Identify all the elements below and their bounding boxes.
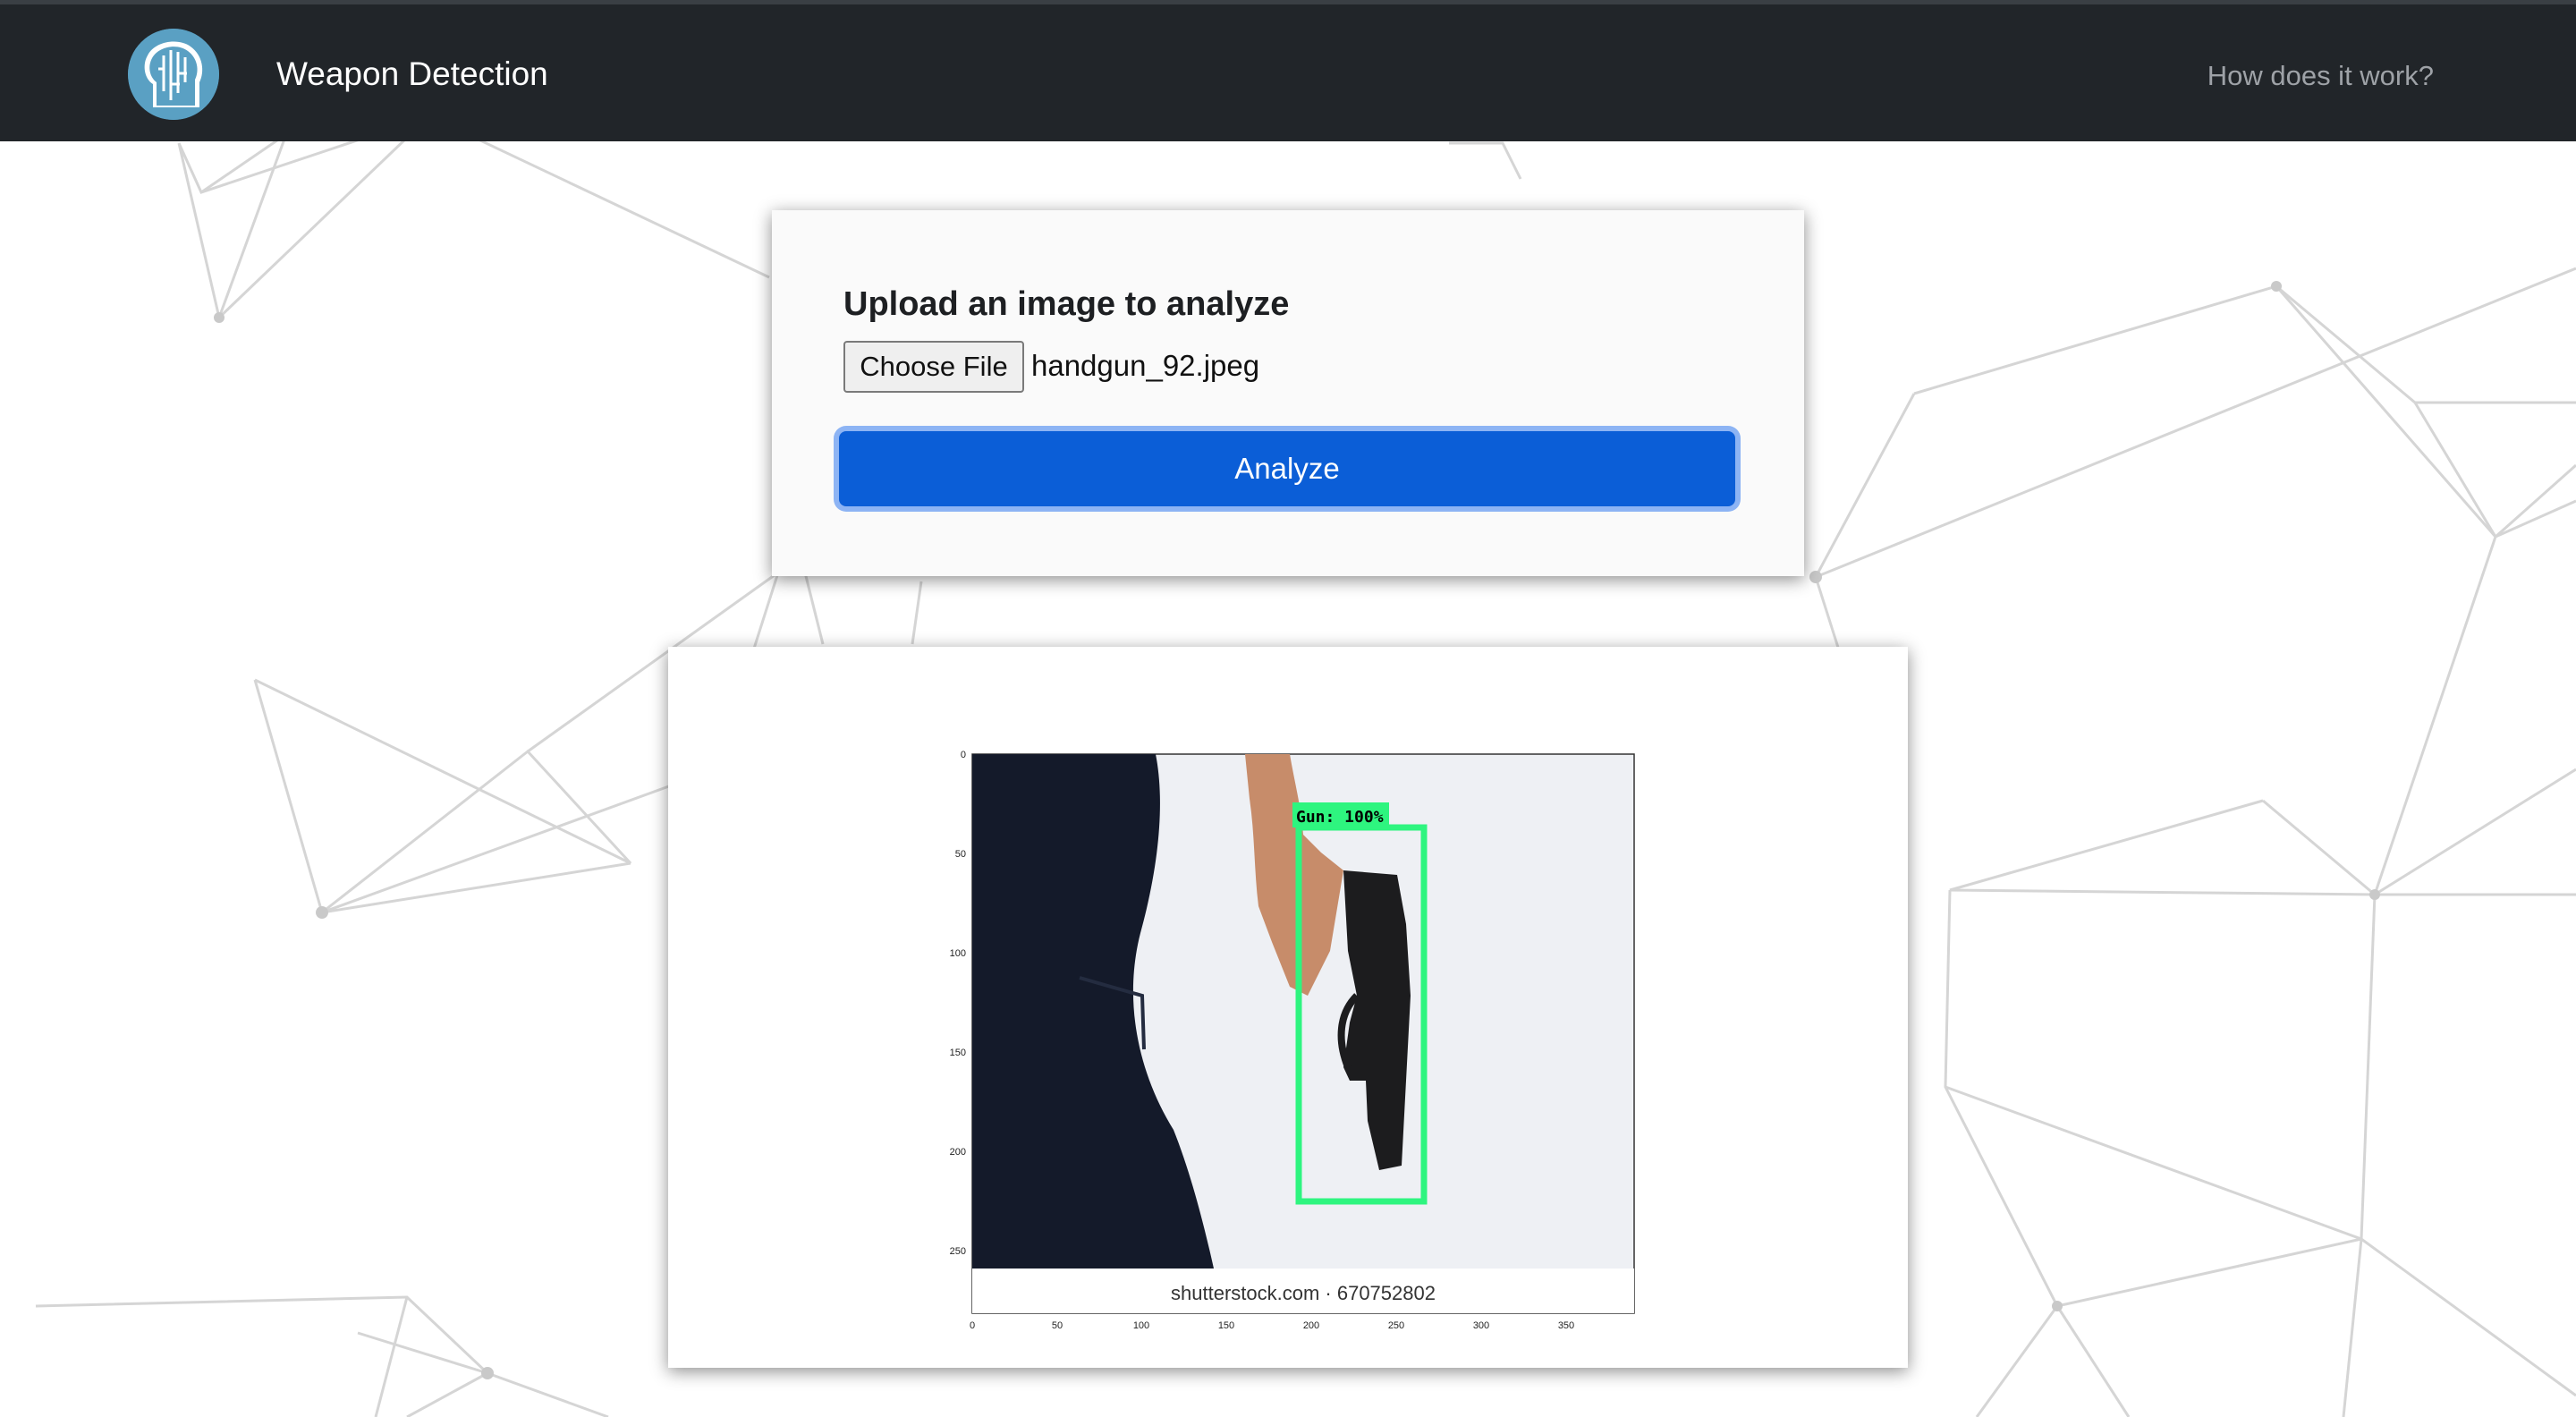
y-tick-label: 200 <box>950 1147 966 1158</box>
y-tick-label: 250 <box>950 1246 966 1257</box>
brand-title[interactable]: Weapon Detection <box>276 55 548 94</box>
how-it-works-link[interactable]: How does it work? <box>2207 58 2434 94</box>
x-tick-label: 350 <box>1558 1320 1574 1331</box>
y-tick-label: 50 <box>955 849 966 860</box>
page: Weapon Detection How does it work? Uploa… <box>0 0 2576 1417</box>
selected-file-name: handgun_92.jpeg <box>1031 349 1260 382</box>
choose-file-button[interactable]: Choose File <box>843 341 1024 393</box>
watermark-text: shutterstock.com · 670752802 <box>1171 1282 1436 1304</box>
x-tick-label: 250 <box>1388 1320 1404 1331</box>
detection-result-image: shutterstock.com · 670752802 Gun: 100% 0… <box>950 750 1635 1331</box>
upload-card: Upload an image to analyze Choose File h… <box>772 210 1804 576</box>
brain-head-logo-icon[interactable] <box>128 29 219 120</box>
x-tick-label: 100 <box>1133 1320 1149 1331</box>
detection-label: Gun: 100% <box>1296 808 1384 827</box>
x-tick-label: 200 <box>1303 1320 1319 1331</box>
navbar: Weapon Detection How does it work? <box>0 0 2576 141</box>
y-tick-label: 100 <box>950 948 966 959</box>
y-tick-label: 150 <box>950 1048 966 1058</box>
x-tick-label: 150 <box>1218 1320 1234 1331</box>
brain-head-icon <box>128 29 219 120</box>
x-tick-label: 50 <box>1052 1320 1063 1331</box>
upload-title: Upload an image to analyze <box>843 285 1290 323</box>
x-tick-label: 300 <box>1473 1320 1489 1331</box>
analyze-button[interactable]: Analyze <box>839 431 1735 506</box>
x-tick-label: 0 <box>970 1320 975 1331</box>
y-tick-label: 0 <box>961 750 966 760</box>
result-card: shutterstock.com · 670752802 Gun: 100% 0… <box>668 647 1908 1368</box>
